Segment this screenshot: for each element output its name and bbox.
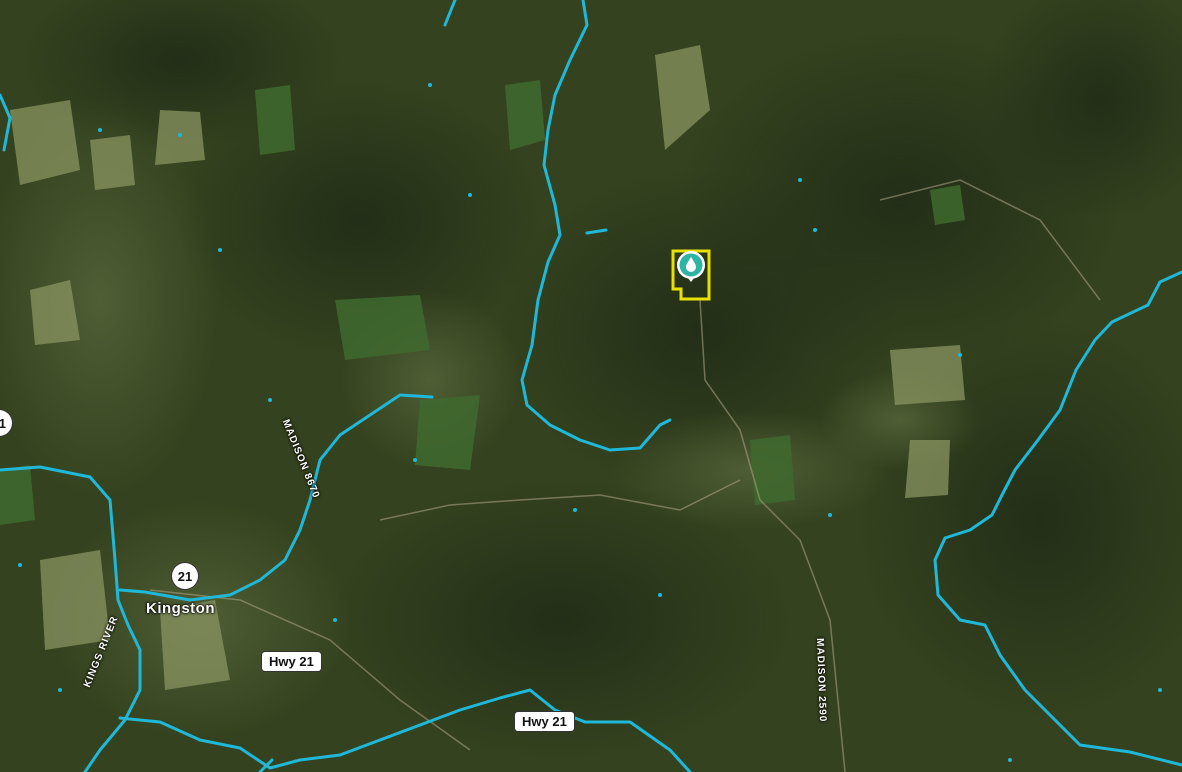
hwy-21-shield-west[interactable]: Hwy 21 [262,652,321,671]
property-marker[interactable] [671,249,711,304]
route-21-marker[interactable]: 21 [172,563,198,589]
map-canvas[interactable] [0,0,1182,772]
satellite-map[interactable]: 21 1 Hwy 21 Hwy 21 Kingston KINGS RIVER … [0,0,1182,772]
hwy-21-shield-south[interactable]: Hwy 21 [515,712,574,731]
town-label-kingston: Kingston [146,600,215,617]
